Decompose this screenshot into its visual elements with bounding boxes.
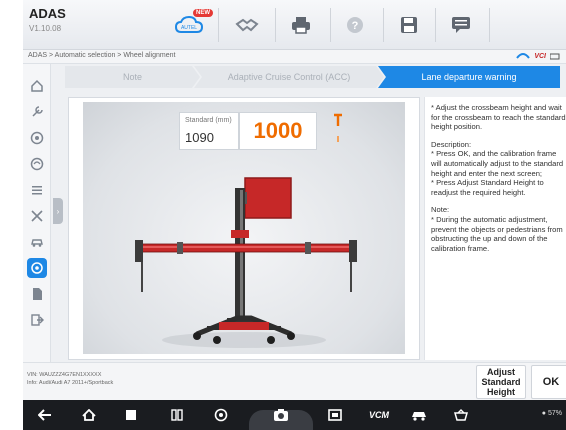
ok-button[interactable]: OK [531, 365, 566, 399]
new-badge: NEW [193, 9, 213, 17]
sidebar-report[interactable] [27, 284, 47, 304]
adjust-standard-height-button[interactable]: Adjust Standard Height [476, 365, 526, 399]
apps-nav-button[interactable] [169, 408, 185, 422]
system-status: ● 57% [542, 410, 562, 417]
vci-label: VCI [534, 52, 546, 60]
sidebar-exit[interactable] [27, 310, 47, 330]
current-height-box: 1000 [239, 112, 317, 150]
recents-icon [126, 410, 136, 420]
calibration-icon [31, 262, 43, 274]
save-icon [401, 17, 417, 33]
sidebar-adas[interactable] [27, 154, 47, 174]
document-icon [33, 288, 42, 300]
home-icon [31, 79, 43, 92]
tools-icon [31, 210, 43, 222]
help-icon: ? [347, 17, 363, 33]
instructions-description: Description: * Press OK, and the calibra… [431, 139, 564, 197]
step-acc: Adaptive Cruise Control (ACC) [194, 66, 384, 88]
cloud-update-button[interactable]: AUTEL NEW [175, 9, 213, 36]
vehicle-info-bar: VIN: WAUZZZ4G7EN1XXXXX Info: Audi/Audi A… [23, 362, 566, 400]
shop-nav-button[interactable] [453, 408, 469, 422]
cloud-icon: AUTEL [175, 16, 203, 33]
message-button[interactable] [447, 14, 475, 36]
message-icon [452, 17, 470, 33]
wifi-icon [516, 53, 531, 59]
calibration-frame-panel: Standard (mm) 1090 1000 [68, 97, 420, 360]
sidebar-tools[interactable] [27, 206, 47, 226]
step-note: Note [65, 66, 200, 88]
tire-icon [30, 131, 44, 145]
handshake-icon [235, 18, 259, 32]
grid-icon [171, 409, 183, 421]
sidebar-tpms[interactable] [27, 128, 47, 148]
sidebar-vehicle[interactable] [27, 232, 47, 252]
vci-status: VCI [516, 52, 560, 60]
raise-arrow-icon [334, 113, 342, 142]
screen-mirror-icon [328, 409, 342, 421]
sidebar-diagnostics[interactable] [27, 102, 47, 122]
wifi-status-icon: ● [541, 410, 547, 417]
standard-label: Standard (mm) [185, 117, 232, 124]
breadcrumb: ADAS > Automatic selection > Wheel align… [28, 52, 176, 59]
breadcrumb-bar: ADAS > Automatic selection > Wheel align… [23, 50, 566, 64]
vcm-icon: VCM [369, 410, 389, 420]
home-nav-icon [82, 409, 96, 421]
left-sidebar [23, 64, 51, 362]
vin-text: VIN: WAUZZZ4G7EN1XXXXX [27, 372, 102, 378]
back-button[interactable] [37, 408, 53, 422]
print-button[interactable] [287, 14, 315, 36]
app-version: V1.10.08 [29, 24, 62, 33]
shop-icon [454, 409, 468, 421]
instructions-intro: * Adjust the crossbeam height and wait f… [431, 103, 566, 132]
home-nav-button[interactable] [81, 408, 97, 422]
back-arrow-icon [38, 409, 51, 421]
vehicle-info-text: Info: Audi/Audi A7 2011+/Sportback [27, 380, 114, 386]
screenshot-button[interactable] [273, 408, 289, 422]
car-icon [31, 239, 43, 247]
screen-record-button[interactable] [327, 408, 343, 422]
step-progress: Note Adaptive Cruise Control (ACC) Lane … [65, 66, 566, 88]
step-lane-departure: Lane departure warning [378, 66, 560, 88]
chevron-right-icon: › [56, 206, 60, 216]
vcm-nav-button[interactable]: VCM [367, 408, 391, 422]
list-icon [32, 186, 42, 195]
camera-icon [274, 409, 288, 421]
app-screen: ADAS V1.10.08 AUTEL NEW ? ADAS > Automat… [23, 0, 566, 430]
svg-text:?: ? [352, 20, 359, 32]
vehicle-nav-button[interactable] [411, 408, 427, 422]
app-title: ADAS [29, 6, 66, 21]
wrench-icon [32, 106, 43, 117]
svg-text:AUTEL: AUTEL [181, 25, 197, 31]
browser-icon [214, 408, 228, 422]
save-button[interactable] [395, 14, 423, 36]
recents-button[interactable] [123, 408, 139, 422]
printer-icon [292, 17, 310, 34]
system-navigation-bar: VCM ● 57% [23, 400, 566, 430]
sidebar-list[interactable] [27, 180, 47, 200]
standard-value: 1090 [185, 130, 214, 145]
connection-icon [550, 53, 560, 59]
remote-button[interactable] [233, 14, 261, 36]
sidebar-home[interactable] [27, 76, 47, 96]
sidebar-collapse-handle[interactable]: › [53, 198, 63, 224]
radar-icon [30, 157, 44, 171]
vehicle-nav-icon [412, 412, 426, 421]
chrome-nav-button[interactable] [213, 408, 229, 422]
battery-level: 57% [547, 410, 562, 417]
top-toolbar: ADAS V1.10.08 AUTEL NEW ? [23, 0, 566, 50]
sidebar-calibration[interactable] [27, 258, 47, 278]
exit-icon [31, 314, 44, 326]
instructions-panel: * Adjust the crossbeam height and wait f… [424, 97, 566, 360]
instructions-note: Note: * During the automatic adjustment,… [431, 205, 563, 253]
help-button[interactable]: ? [341, 14, 369, 36]
standard-height-box: Standard (mm) 1090 [179, 112, 239, 150]
calibration-frame-illustration [135, 177, 357, 348]
current-value: 1000 [253, 118, 303, 143]
